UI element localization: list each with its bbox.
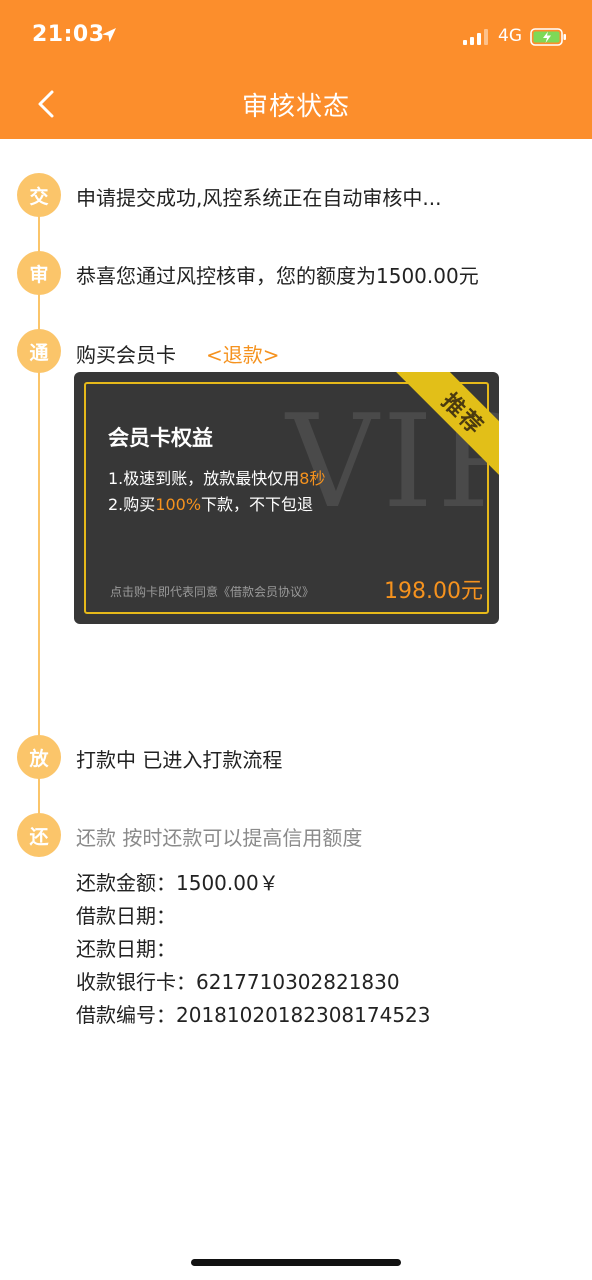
step-repay-text: 还款 按时还款可以提高信用额度 — [76, 826, 363, 850]
loan-number: 借款编号：20181020182308174523 — [76, 1003, 431, 1027]
card-benefit-2: 2.购买100%下款，不下包退 — [108, 491, 313, 515]
home-indicator[interactable] — [191, 1259, 401, 1266]
page-title: 审核状态 — [241, 92, 350, 122]
status-time: 21:03 — [32, 22, 105, 47]
card-title: 会员卡权益 — [108, 426, 213, 450]
member-card[interactable]: VIP 推荐 会员卡权益 1.极速到账，放款最快仅用8秒 2.购买100%下款，… — [74, 372, 499, 624]
nav-bar: 审核状态 — [0, 72, 592, 139]
refund-link[interactable]: <退款> — [206, 339, 280, 368]
status-bar: 21:03 4G — [0, 0, 592, 72]
battery-charging-icon — [530, 28, 566, 46]
card-benefit-2-highlight: 100% — [155, 495, 202, 514]
step-buy-card-text: 购买会员卡 — [76, 343, 176, 367]
bank-card: 收款银行卡：6217710302821830 — [76, 970, 400, 994]
signal-icon — [463, 29, 488, 45]
card-benefit-1-text: 1.极速到账，放款最快仅用 — [108, 469, 300, 488]
card-agreement-link[interactable]: 点击购卡即代表同意《借款会员协议》 — [110, 583, 314, 600]
timeline-node-repay: 还 — [17, 813, 61, 857]
timeline-node-disburse: 放 — [17, 735, 61, 779]
step-disburse-text: 打款中 已进入打款流程 — [76, 748, 283, 772]
repay-date: 还款日期： — [76, 937, 176, 961]
timeline-node-submit: 交 — [17, 173, 61, 217]
timeline-node-review: 审 — [17, 251, 61, 295]
step-submit-text: 申请提交成功,风控系统正在自动审核中... — [76, 186, 442, 210]
header-bar: 21:03 4G 审核状态 — [0, 0, 592, 139]
step-review-text: 恭喜您通过风控核审，您的额度为1500.00元 — [76, 264, 479, 288]
card-benefit-2-suffix: 下款，不下包退 — [201, 495, 314, 514]
card-benefit-1: 1.极速到账，放款最快仅用8秒 — [108, 465, 325, 489]
location-arrow-icon — [102, 28, 116, 42]
card-benefit-1-highlight: 8秒 — [299, 469, 326, 488]
loan-date: 借款日期： — [76, 904, 176, 928]
repay-amount: 还款金额：1500.00￥ — [76, 871, 279, 895]
card-benefit-2-text: 2.购买 — [108, 495, 156, 514]
network-type: 4G — [498, 26, 522, 46]
card-price: 198.00元 — [384, 579, 483, 604]
timeline-node-pass: 通 — [17, 329, 61, 373]
